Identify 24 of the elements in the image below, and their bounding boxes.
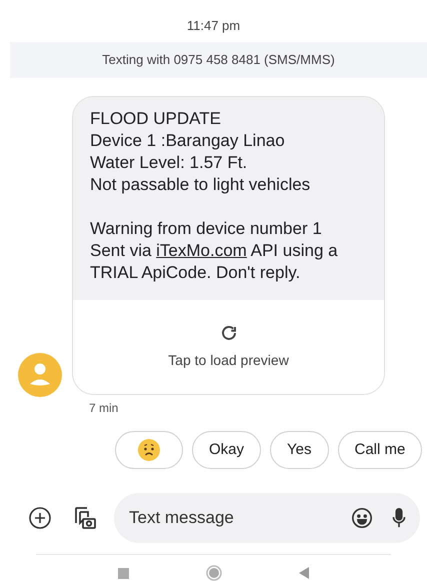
reply-chip[interactable]: Yes bbox=[270, 431, 328, 469]
message-field[interactable]: Text message bbox=[114, 493, 420, 543]
message-line: Water Level: 1.57 Ft. bbox=[90, 152, 248, 174]
message-line: TRIAL ApiCode. Don't reply. bbox=[90, 262, 302, 284]
back-button[interactable] bbox=[299, 567, 309, 579]
timestamp: 11:47 pm bbox=[186, 17, 240, 35]
reply-chip[interactable]: Call me bbox=[338, 431, 422, 469]
message-line: Warning from device number 1 bbox=[90, 218, 323, 240]
emoji-icon[interactable] bbox=[351, 507, 373, 529]
microphone-icon[interactable] bbox=[391, 507, 407, 529]
reply-chip[interactable]: Okay bbox=[192, 431, 262, 469]
refresh-icon bbox=[220, 324, 238, 342]
message-line: Sent via iTexMo.com API using a bbox=[90, 240, 339, 262]
gallery-icon[interactable] bbox=[73, 505, 97, 531]
message-line: FLOOD UPDATE bbox=[90, 108, 222, 130]
link[interactable]: iTexMo.com bbox=[156, 241, 247, 260]
worried-face-icon bbox=[137, 438, 161, 462]
message-time: 7 min bbox=[89, 400, 118, 417]
avatar-icon bbox=[18, 353, 62, 397]
add-icon[interactable] bbox=[28, 506, 52, 530]
message-line: Not passable to light vehicles bbox=[90, 174, 312, 196]
message-line: Device 1 :Barangay Linao bbox=[90, 130, 286, 152]
conversation-banner: Texting with 0975 458 8481 (SMS/MMS) bbox=[10, 42, 427, 78]
message-input[interactable]: Text message bbox=[129, 505, 351, 531]
